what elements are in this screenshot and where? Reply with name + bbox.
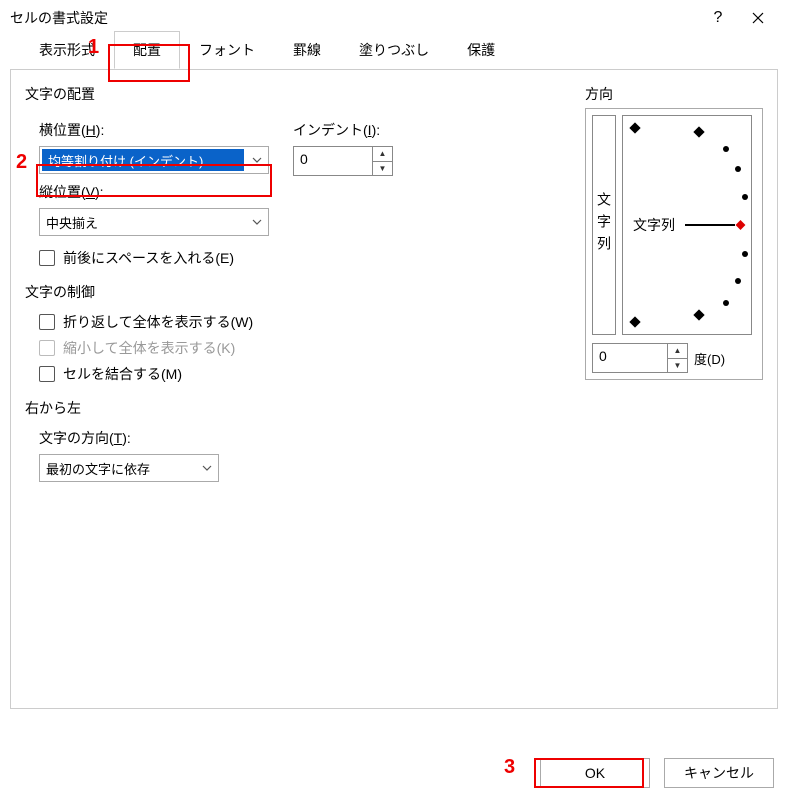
dial-dot [742, 194, 748, 200]
dial-dot [742, 251, 748, 257]
text-alignment-label: 文字の配置 [25, 84, 435, 104]
orientation-degrees-label: 度(D) [694, 349, 725, 368]
tab-font[interactable]: フォント [180, 31, 274, 69]
annotation-1: 1 [88, 36, 99, 59]
tab-border[interactable]: 罫線 [274, 31, 340, 69]
chevron-down-icon [246, 209, 268, 235]
orientation-pointer [736, 220, 746, 230]
rtl-group: 右から左 文字の方向(T): 最初の文字に依存 [25, 398, 435, 482]
indent-spinner[interactable]: 0 ▲ ▼ [293, 146, 393, 176]
dial-dot [723, 146, 729, 152]
dial-tick-icon [629, 122, 640, 133]
orientation-needle [685, 224, 735, 226]
help-button[interactable]: ? [698, 3, 738, 33]
deg-up[interactable]: ▲ [668, 344, 687, 359]
tab-bar: 表示形式 配置 フォント 罫線 塗りつぶし 保護 [0, 36, 788, 70]
cancel-button[interactable]: キャンセル [664, 758, 774, 788]
checkbox-box [39, 340, 55, 356]
text-alignment-group: 文字の配置 横位置(H): 均等割り付け (インデント) [25, 84, 435, 268]
tab-number-format[interactable]: 表示形式 [20, 31, 114, 69]
horizontal-align-dropdown[interactable]: 均等割り付け (インデント) [39, 146, 269, 174]
orientation-degrees-spinner[interactable]: 0 ▲ ▼ [592, 343, 688, 373]
shrink-to-fit-checkbox: 縮小して全体を表示する(K) [39, 338, 435, 358]
chevron-down-icon [196, 455, 218, 481]
text-direction-label: 文字の方向(T): [39, 428, 435, 448]
dial-dot [735, 166, 741, 172]
orientation-dial-label: 文字列 [633, 215, 675, 235]
checkbox-box [39, 314, 55, 330]
orientation-label: 方向 [585, 84, 763, 104]
text-control-label: 文字の制御 [25, 282, 435, 302]
dial-dot [735, 278, 741, 284]
indent-up[interactable]: ▲ [373, 147, 392, 162]
horizontal-align-value: 均等割り付け (インデント) [42, 149, 244, 171]
wrap-text-label: 折り返して全体を表示する(W) [63, 312, 253, 332]
dial-tick-icon [629, 316, 640, 327]
text-direction-value: 最初の文字に依存 [40, 459, 196, 478]
vertical-label: 縦位置(V): [39, 182, 435, 202]
orientation-vertical-text[interactable]: 文字列 [592, 115, 616, 335]
horizontal-label: 横位置(H): [39, 120, 269, 140]
tab-alignment[interactable]: 配置 [114, 31, 180, 69]
close-icon [752, 12, 764, 24]
dial-tick-icon [693, 126, 704, 137]
tab-fill[interactable]: 塗りつぶし [340, 31, 448, 69]
annotation-2: 2 [16, 151, 27, 174]
dial-dot [723, 300, 729, 306]
orientation-group: 方向 文字列 文字列 [585, 84, 763, 380]
dialog-footer: OK キャンセル [540, 758, 774, 788]
indent-down[interactable]: ▼ [373, 162, 392, 176]
merge-cells-label: セルを結合する(M) [63, 364, 182, 384]
tab-panel-alignment: 文字の配置 横位置(H): 均等割り付け (インデント) [10, 69, 778, 709]
chevron-down-icon [246, 147, 268, 173]
wrap-text-checkbox[interactable]: 折り返して全体を表示する(W) [39, 312, 435, 332]
justify-distributed-checkbox[interactable]: 前後にスペースを入れる(E) [39, 248, 435, 268]
annotation-3: 3 [504, 756, 515, 779]
orientation-degrees-value[interactable]: 0 [593, 344, 667, 372]
vertical-align-value: 中央揃え [40, 213, 246, 232]
deg-down[interactable]: ▼ [668, 359, 687, 373]
orientation-dial[interactable]: 文字列 [622, 115, 752, 335]
checkbox-box [39, 250, 55, 266]
text-direction-dropdown[interactable]: 最初の文字に依存 [39, 454, 219, 482]
justify-distributed-label: 前後にスペースを入れる(E) [63, 248, 234, 268]
indent-label: インデント(I): [293, 120, 393, 140]
merge-cells-checkbox[interactable]: セルを結合する(M) [39, 364, 435, 384]
tab-protection[interactable]: 保護 [448, 31, 514, 69]
text-control-group: 文字の制御 折り返して全体を表示する(W) 縮小して全体を表示する(K) [25, 282, 435, 384]
rtl-label: 右から左 [25, 398, 435, 418]
window-title: セルの書式設定 [10, 8, 698, 28]
checkbox-box [39, 366, 55, 382]
close-button[interactable] [738, 3, 778, 33]
dial-tick-icon [693, 309, 704, 320]
indent-value[interactable]: 0 [294, 147, 372, 175]
shrink-to-fit-label: 縮小して全体を表示する(K) [63, 338, 235, 358]
vertical-align-dropdown[interactable]: 中央揃え [39, 208, 269, 236]
ok-button[interactable]: OK [540, 758, 650, 788]
